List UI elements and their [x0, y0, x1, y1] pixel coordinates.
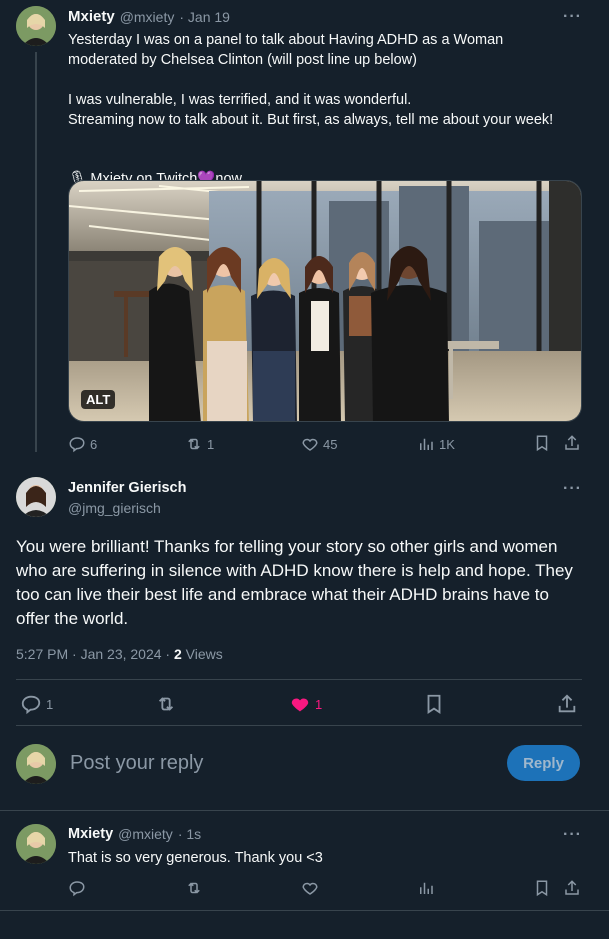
like-count: 1	[315, 696, 323, 712]
views-chart-icon	[417, 879, 435, 897]
reply-action[interactable]: 1	[20, 693, 53, 715]
author-name[interactable]: Jennifer Gierisch	[68, 480, 186, 496]
alt-badge[interactable]: ALT	[81, 390, 116, 409]
divider	[16, 679, 582, 680]
avatar[interactable]	[16, 6, 56, 46]
reply-button[interactable]	[68, 879, 86, 897]
share-icon	[556, 693, 578, 715]
thread-line	[35, 52, 37, 452]
author-handle[interactable]: @mxiety	[118, 826, 173, 842]
share-icon	[563, 434, 581, 452]
avatar[interactable]	[16, 477, 56, 517]
like-count: 45	[323, 436, 338, 452]
more-options-icon[interactable]: ···	[563, 826, 582, 844]
reply-icon	[68, 879, 86, 897]
share-button[interactable]	[556, 693, 578, 715]
reply-count: 6	[90, 436, 98, 452]
views-count: 1K	[439, 436, 455, 452]
views-number: 2	[173, 646, 182, 662]
share-button[interactable]	[563, 434, 581, 452]
tweet-timestamp: 5:27 PM · Jan 23, 2024 · 2 Views	[16, 646, 223, 662]
tweet-text: That is so very generous. Thank you <3	[68, 850, 323, 866]
repost-icon	[185, 435, 203, 453]
tweet-text: Yesterday I was on a panel to talk about…	[68, 32, 554, 128]
more-options-icon[interactable]: ···	[563, 8, 582, 26]
bookmark-button[interactable]	[423, 693, 445, 715]
views-action[interactable]: 1K	[417, 435, 455, 453]
reply-button[interactable]: Reply	[507, 745, 580, 781]
bookmark-icon	[533, 879, 551, 897]
author-handle[interactable]: @jmg_gierisch	[68, 500, 161, 516]
filled-heart-icon	[289, 693, 311, 715]
tweet-text: You were brilliant! Thanks for telling y…	[16, 537, 573, 628]
bookmark-icon	[533, 434, 551, 452]
bookmark-icon	[423, 693, 445, 715]
bookmark-button[interactable]	[533, 434, 551, 452]
tweet-photo[interactable]: ALT	[68, 180, 582, 422]
author-name[interactable]: Mxiety	[68, 8, 115, 25]
reply-action[interactable]: 6	[68, 435, 97, 453]
divider	[16, 725, 582, 726]
heart-icon	[301, 879, 319, 897]
views-label: Views	[181, 646, 223, 662]
repost-icon	[185, 879, 203, 897]
heart-icon	[301, 435, 319, 453]
repost-button[interactable]	[155, 693, 177, 715]
reply-count: 1	[46, 696, 54, 712]
repost-icon	[155, 693, 177, 715]
like-action[interactable]: 1	[289, 693, 322, 715]
reply-icon	[68, 435, 86, 453]
post-date[interactable]: · Jan 19	[179, 9, 230, 25]
like-button[interactable]	[301, 879, 319, 897]
views-button[interactable]	[417, 879, 435, 897]
avatar	[16, 744, 56, 784]
share-button[interactable]	[563, 879, 581, 897]
repost-action[interactable]: 1	[185, 435, 214, 453]
author-name[interactable]: Mxiety	[68, 826, 113, 842]
avatar[interactable]	[16, 824, 56, 864]
author-handle[interactable]: @mxiety	[120, 9, 175, 25]
repost-count: 1	[207, 436, 215, 452]
repost-button[interactable]	[185, 879, 203, 897]
divider	[0, 810, 609, 811]
bookmark-button[interactable]	[533, 879, 551, 897]
reply-input[interactable]: Post your reply	[70, 752, 203, 775]
panel-photo-image	[69, 181, 581, 421]
views-chart-icon	[417, 435, 435, 453]
post-date[interactable]: · 1s	[178, 826, 201, 842]
share-icon	[563, 879, 581, 897]
reply-icon	[20, 693, 42, 715]
timestamp-text[interactable]: 5:27 PM · Jan 23, 2024 ·	[16, 646, 174, 662]
like-action[interactable]: 45	[301, 435, 337, 453]
divider	[0, 910, 609, 911]
more-options-icon[interactable]: ···	[563, 480, 582, 498]
